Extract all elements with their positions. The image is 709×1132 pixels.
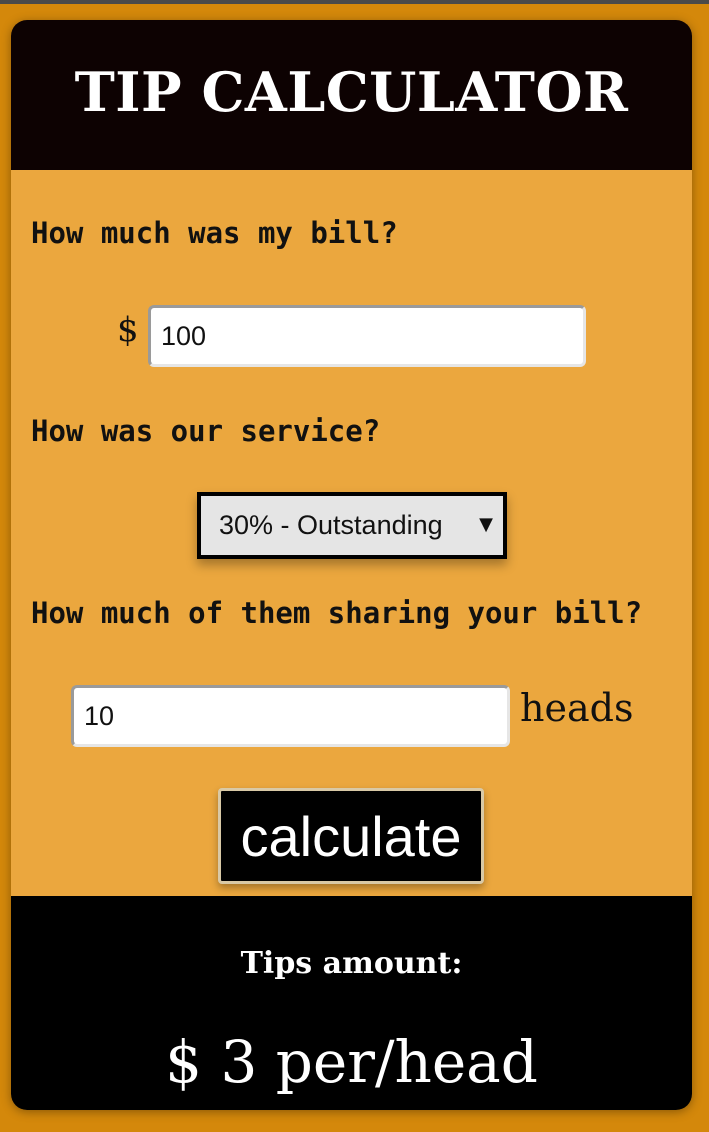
service-quality-selected-value: 30% - Outstanding: [219, 510, 443, 540]
bill-amount-input[interactable]: [148, 305, 586, 367]
bill-question-label: How much was my bill?: [31, 216, 398, 250]
people-question-label: How much of them sharing your bill?: [31, 596, 643, 630]
results-panel: Tips amount: $ 3 per/head: [11, 896, 692, 1110]
page-title: TIP CALCULATOR: [74, 60, 629, 124]
service-question-label: How was our service?: [31, 414, 381, 448]
triangle-down-icon: ▼: [479, 514, 493, 535]
heads-unit-label: heads: [520, 686, 634, 730]
service-quality-select[interactable]: 30% - Outstanding ▼: [197, 492, 507, 559]
tips-amount-value: $ 3 per/head: [165, 1028, 538, 1096]
people-count-input[interactable]: [71, 685, 510, 747]
tip-calculator-card: TIP CALCULATOR How much was my bill? $ H…: [11, 20, 692, 1110]
currency-symbol: $: [117, 310, 139, 350]
calculate-button[interactable]: calculate: [218, 788, 484, 884]
status-strip: [0, 0, 709, 4]
tips-amount-label: Tips amount:: [240, 946, 463, 981]
header: TIP CALCULATOR: [11, 20, 692, 170]
